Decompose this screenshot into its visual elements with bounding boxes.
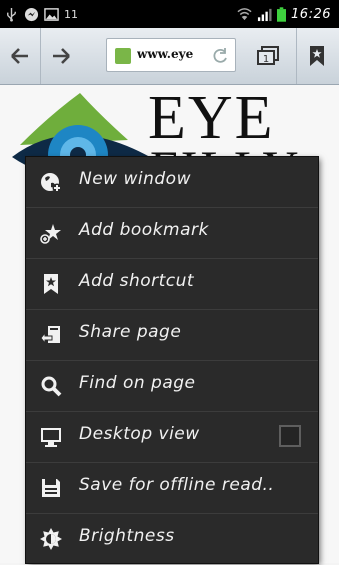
tabs-icon: 1 — [257, 46, 279, 65]
shortcut-icon — [44, 274, 58, 294]
globe-icon — [41, 173, 62, 193]
menu-item-label: Desktop view — [79, 424, 200, 444]
forward-button[interactable] — [40, 28, 81, 84]
menu-item-find-on-page[interactable]: Find on page — [26, 361, 318, 412]
tabs-button[interactable]: 1 — [248, 28, 288, 84]
bookmarks-button[interactable] — [296, 28, 337, 84]
menu-item-brightness[interactable]: Brightness — [26, 514, 318, 565]
add-bookmark-icon — [40, 224, 61, 244]
menu-item-share-page[interactable]: Share page — [26, 310, 318, 361]
menu-item-label: Brightness — [79, 526, 175, 546]
status-left: 11 — [4, 5, 78, 23]
status-bar: 11 16:26 — [0, 0, 339, 28]
clock: 16:26 — [291, 6, 331, 22]
menu-item-add-bookmark[interactable]: Add bookmark — [26, 208, 318, 259]
tab-count: 1 — [263, 54, 269, 65]
browser-options-menu: New window Add bookmark Add shortcut Sha… — [26, 157, 318, 563]
forward-arrow-icon — [53, 48, 70, 64]
site-favicon-icon — [115, 48, 131, 64]
menu-item-label: Save for offline read.. — [79, 475, 275, 495]
battery-icon — [277, 6, 287, 22]
back-arrow-icon — [11, 48, 28, 64]
wifi-icon — [237, 7, 252, 20]
menu-item-new-window[interactable]: New window — [26, 157, 318, 208]
usb-icon — [7, 7, 16, 22]
brightness-icon — [40, 528, 62, 550]
status-right: 16:26 — [237, 5, 331, 23]
menu-item-add-shortcut[interactable]: Add shortcut — [26, 259, 318, 310]
back-button[interactable] — [0, 28, 40, 84]
messenger-icon — [24, 7, 39, 21]
menu-item-label: Find on page — [79, 373, 196, 393]
menu-item-label: Add bookmark — [79, 220, 209, 240]
menu-item-label: Share page — [79, 322, 182, 342]
url-bar[interactable]: www.eye — [106, 38, 236, 72]
notification-count: 11 — [64, 7, 78, 21]
save-icon — [42, 479, 60, 497]
menu-item-label: New window — [79, 169, 191, 189]
share-icon — [40, 326, 60, 345]
monitor-icon — [41, 428, 61, 447]
desktop-view-checkbox[interactable] — [279, 425, 301, 447]
magnifier-icon — [41, 376, 62, 397]
browser-toolbar: www.eye 1 — [0, 28, 339, 85]
gallery-icon — [44, 7, 59, 21]
refresh-icon[interactable] — [211, 47, 229, 65]
signal-icon — [257, 8, 272, 21]
menu-item-save-offline[interactable]: Save for offline read.. — [26, 463, 318, 514]
url-text: www.eye — [137, 47, 194, 61]
menu-item-label: Add shortcut — [79, 271, 195, 291]
bookmark-icon — [310, 46, 324, 66]
menu-item-desktop-view[interactable]: Desktop view — [26, 412, 318, 463]
